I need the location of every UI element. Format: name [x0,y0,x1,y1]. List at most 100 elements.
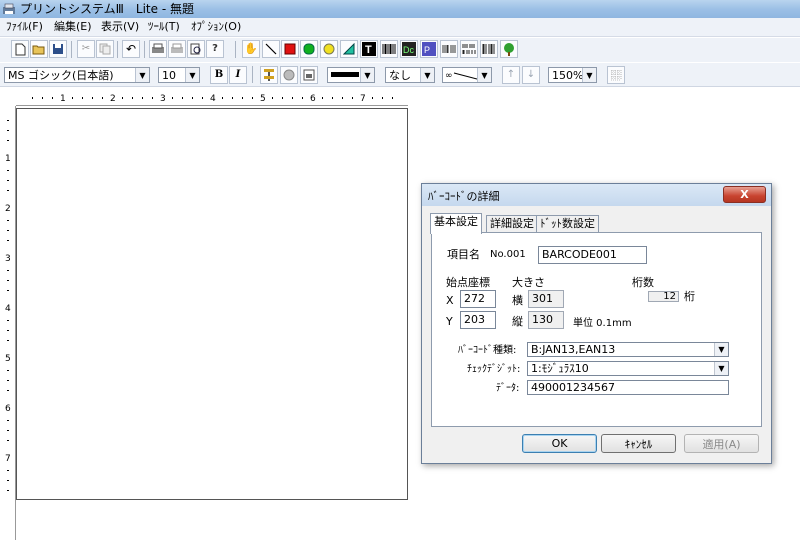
multi-barcode-button[interactable] [480,40,498,58]
text-tool-button[interactable]: T [360,40,378,58]
group-button[interactable] [280,66,298,84]
rounded-rect-tool-button[interactable] [300,40,318,58]
hand-tool-button[interactable]: ✋ [242,40,260,58]
line-style-select[interactable]: なし ▼ [385,67,435,83]
new-file-button[interactable] [11,40,29,58]
barcode-tool-button[interactable] [380,40,398,58]
ellipse-tool-button[interactable] [320,40,338,58]
barcode2-tool-button[interactable] [440,40,458,58]
rectangle-tool-button[interactable] [281,40,299,58]
barcode-data-input[interactable]: 490001234567 [527,380,729,395]
copy-button[interactable] [96,40,114,58]
zoom-select[interactable]: 150% ▼ [548,67,597,83]
toolbar-separator [235,41,236,58]
y-label: Y [446,315,453,328]
ruler-mark-5: 5 [260,94,266,104]
help-button[interactable]: ? [206,40,224,58]
line-width-preview-icon [331,72,359,77]
save-button[interactable] [49,40,67,58]
cancel-button[interactable]: ｷｬﾝｾﾙ [601,434,676,453]
ruler-mark-1: 1 [60,94,66,104]
menu-options[interactable]: ｵﾌﾟｼｮﾝ(O) [191,20,241,34]
font-size-select[interactable]: 10 ▼ [158,67,200,83]
bold-button[interactable]: B [210,66,228,84]
size-label: 大きさ [512,276,545,289]
menu-tools[interactable]: ﾂｰﾙ(T) [148,20,180,34]
ruler-mark-4: 4 [210,94,216,104]
barcode-icon [382,44,396,54]
stacked-barcode-icon [462,44,476,54]
item-name-label: 項目名 [447,248,480,261]
close-icon: X [740,188,749,201]
text-tool-icon: T [362,42,376,56]
new-file-icon [15,43,26,55]
ok-button[interactable]: OK [522,434,597,453]
svg-text:Dc: Dc [403,45,414,55]
stack-barcode-button[interactable] [460,40,478,58]
vertical-ruler: 1 2 3 4 5 6 7 [0,106,16,540]
height-label: 縦 [512,315,523,328]
check-digit-select[interactable]: 1:ﾓｼﾞｭﾗｽ10 ▼ [527,361,729,376]
line-width-select[interactable]: ▼ [327,67,375,83]
layer-button[interactable] [300,66,318,84]
send-backward-button[interactable]: ↓ [522,66,540,84]
line-tool-button[interactable] [262,40,280,58]
grid-button[interactable] [607,66,625,84]
layer-icon [303,69,315,81]
menu-edit[interactable]: 編集(E) [54,20,92,34]
zoom-value: 150% [552,69,584,82]
digits-label: 桁数 [632,276,654,289]
dialog-title: ﾊﾞｰｺｰﾄﾞの詳細 [428,190,500,203]
item-number: No.001 [490,249,526,260]
tree-image-icon [504,43,514,56]
ruler-mark-7: 7 [360,94,366,104]
label-canvas[interactable] [16,108,408,500]
pdf417-button[interactable]: P [420,40,438,58]
font-name-select[interactable]: MS ゴシック(日本語) ▼ [4,67,150,83]
dialog-close-button[interactable]: X [723,186,766,203]
svg-text:∞: ∞ [445,71,453,80]
main-toolbar: ✂ ↶ ? ✋ T Dc P [0,38,800,62]
group-icon [283,69,295,81]
bring-forward-button[interactable]: ↑ [502,66,520,84]
folder-icon [32,45,45,55]
print-setup-button[interactable] [168,40,186,58]
barcode-type-select[interactable]: B:JAN13,EAN13 ▼ [527,342,729,357]
image-tool-button[interactable] [500,40,518,58]
window-title: プリントシステムⅢ Lite - 無題 [20,2,194,16]
item-name-input[interactable]: BARCODE001 [538,246,647,264]
undo-button[interactable]: ↶ [122,40,140,58]
format-toolbar: MS ゴシック(日本語) ▼ 10 ▼ B I ▼ なし ▼ ∞ ▼ ↑ ↓ 1… [0,63,800,87]
line-shape-select[interactable]: ∞ ▼ [442,67,492,83]
width-value: 301 [528,290,564,308]
preview-icon [190,43,201,55]
menu-view[interactable]: 表示(V) [101,20,139,34]
barcode-type-label: ﾊﾞｰｺｰﾄﾞ種類: [458,345,517,356]
print-button[interactable] [149,40,167,58]
y-coordinate-input[interactable]: 203 [460,311,496,329]
vruler-mark-3: 3 [5,254,11,264]
italic-button[interactable]: I [229,66,247,84]
apply-button[interactable]: 適用(A) [684,434,759,453]
x-coordinate-input[interactable]: 272 [460,290,496,308]
line-icon [265,43,277,55]
open-file-button[interactable] [30,40,48,58]
align-button[interactable] [260,66,278,84]
font-size-value: 10 [162,69,176,82]
menu-file[interactable]: ﾌｧｲﾙ(F) [6,20,43,34]
triangle-tool-button[interactable] [340,40,358,58]
data-code-button[interactable]: Dc [400,40,418,58]
ruler-mark-2: 2 [110,94,116,104]
vruler-mark-1: 1 [5,154,11,164]
tab-detail-settings[interactable]: 詳細設定 [486,215,538,233]
tab-dot-settings[interactable]: ﾄﾞｯﾄ数設定 [536,215,599,233]
font-name-value: MS ゴシック(日本語) [8,69,114,82]
menu-bar: ﾌｧｲﾙ(F) 編集(E) 表示(V) ﾂｰﾙ(T) ｵﾌﾟｼｮﾝ(O) [0,18,800,37]
dropdown-arrow-icon: ▼ [582,68,596,82]
print-preview-button[interactable] [187,40,205,58]
undo-icon: ↶ [125,42,137,56]
toolbar-separator [144,41,145,58]
cut-button[interactable]: ✂ [77,40,95,58]
multi-barcode-icon [482,44,495,54]
tab-basic-settings[interactable]: 基本設定 [430,213,482,234]
